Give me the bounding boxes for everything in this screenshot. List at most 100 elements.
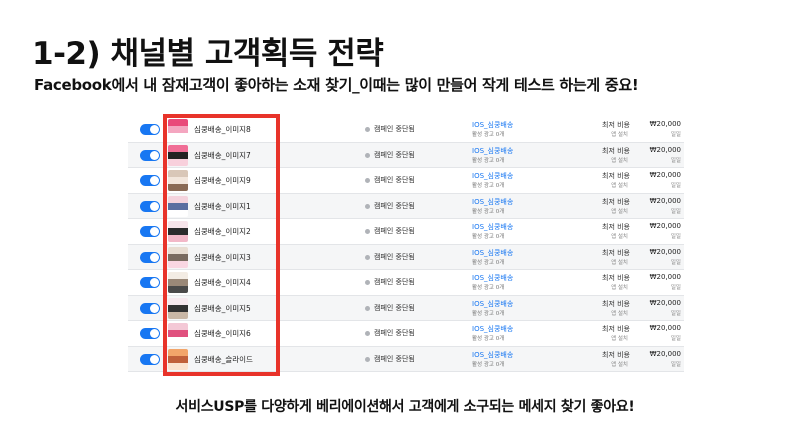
status-dot-icon — [365, 254, 370, 260]
ad-toggle[interactable] — [140, 328, 160, 339]
toggle-knob — [150, 303, 159, 313]
bid-strategy: 최저 비용 — [602, 223, 630, 231]
optimization-event: 앱 설치 — [611, 285, 628, 291]
campaign-link[interactable]: IOS_심쿵배송 — [472, 324, 513, 334]
bid-strategy: 최저 비용 — [602, 146, 630, 155]
budget-amount[interactable]: ₩20,000 — [650, 324, 681, 332]
status-dot-icon — [365, 203, 370, 209]
delivery-status: 캠페인 중단됨 — [374, 150, 415, 159]
optimization-event: 앱 설치 — [611, 234, 628, 240]
budget-amount[interactable]: ₩20,000 — [650, 273, 681, 281]
budget-type: 일일 — [670, 361, 681, 368]
budget-type: 일일 — [670, 285, 681, 291]
optimization-event: 앱 설치 — [611, 132, 628, 138]
budget-amount[interactable]: ₩20,000 — [650, 197, 681, 205]
campaign-link[interactable]: IOS_심쿵배송 — [472, 248, 513, 258]
optimization-event: 앱 설치 — [611, 208, 628, 215]
active-ads-count: 활성 광고 0개 — [472, 183, 505, 189]
optimization-event: 앱 설치 — [611, 259, 628, 266]
status-dot-icon — [365, 280, 370, 285]
optimization-event: 앱 설치 — [611, 336, 628, 342]
toggle-knob — [150, 329, 159, 338]
toggle-knob — [150, 227, 159, 236]
budget-amount[interactable]: ₩20,000 — [650, 350, 681, 358]
campaign-link[interactable]: IOS_심쿵배송 — [472, 273, 513, 283]
budget-type: 일일 — [670, 132, 681, 138]
bid-strategy: 최저 비용 — [602, 121, 630, 129]
bid-strategy: 최저 비용 — [602, 350, 630, 359]
delivery-status: 캠페인 중단됨 — [374, 278, 415, 286]
campaign-link[interactable]: IOS_심쿵배송 — [472, 120, 513, 130]
bid-strategy: 최저 비용 — [602, 325, 630, 333]
budget-amount[interactable]: ₩20,000 — [650, 299, 681, 307]
toggle-knob — [150, 176, 159, 185]
budget-amount[interactable]: ₩20,000 — [650, 222, 681, 230]
delivery-status: 캠페인 중단됨 — [374, 227, 415, 235]
active-ads-count: 활성 광고 0개 — [472, 336, 505, 342]
ad-toggle[interactable] — [140, 149, 160, 161]
active-ads-count: 활성 광고 0개 — [472, 132, 505, 138]
status-dot-icon — [365, 305, 370, 311]
campaign-link[interactable]: IOS_심쿵배송 — [472, 222, 513, 232]
highlight-box — [163, 114, 280, 376]
toggle-knob — [150, 252, 159, 262]
budget-amount[interactable]: ₩20,000 — [650, 171, 681, 179]
active-ads-count: 활성 광고 0개 — [472, 157, 505, 164]
ad-toggle[interactable] — [140, 277, 160, 288]
delivery-status: 캠페인 중단됨 — [374, 252, 415, 261]
optimization-event: 앱 설치 — [611, 310, 628, 317]
budget-type: 일일 — [670, 208, 681, 215]
page-subtitle: Facebook에서 내 잠재고객이 좋아하는 소재 찾기_이때는 많이 만들어… — [34, 76, 639, 94]
bid-strategy: 최저 비용 — [602, 248, 630, 257]
ad-toggle[interactable] — [140, 353, 160, 365]
delivery-status: 캠페인 중단됨 — [374, 176, 415, 184]
budget-amount[interactable]: ₩20,000 — [650, 146, 681, 154]
active-ads-count: 활성 광고 0개 — [472, 361, 505, 368]
budget-type: 일일 — [670, 336, 681, 342]
active-ads-count: 활성 광고 0개 — [472, 259, 505, 266]
status-dot-icon — [365, 127, 370, 132]
toggle-knob — [150, 150, 159, 160]
active-ads-count: 활성 광고 0개 — [472, 208, 505, 215]
campaign-link[interactable]: IOS_심쿵배송 — [472, 146, 513, 156]
budget-amount[interactable]: ₩20,000 — [650, 120, 681, 128]
ad-toggle[interactable] — [140, 175, 160, 186]
bid-strategy: 최저 비용 — [602, 299, 630, 308]
bid-strategy: 최저 비용 — [602, 172, 630, 180]
delivery-status: 캠페인 중단됨 — [374, 303, 415, 312]
status-dot-icon — [365, 356, 370, 362]
delivery-status: 캠페인 중단됨 — [374, 201, 415, 210]
budget-type: 일일 — [670, 157, 681, 164]
ad-toggle[interactable] — [140, 226, 160, 237]
delivery-status: 캠페인 중단됨 — [374, 125, 415, 133]
toggle-knob — [150, 278, 159, 287]
ad-toggle[interactable] — [140, 251, 160, 263]
budget-type: 일일 — [670, 310, 681, 317]
active-ads-count: 활성 광고 0개 — [472, 234, 505, 240]
status-dot-icon — [365, 152, 370, 158]
campaign-link[interactable]: IOS_심쿵배송 — [472, 171, 513, 181]
campaign-link[interactable]: IOS_심쿵배송 — [472, 299, 513, 309]
ad-toggle[interactable] — [140, 302, 160, 314]
toggle-knob — [150, 125, 159, 134]
budget-amount[interactable]: ₩20,000 — [650, 248, 681, 256]
active-ads-count: 활성 광고 0개 — [472, 285, 505, 291]
toggle-knob — [150, 354, 159, 364]
status-dot-icon — [365, 229, 370, 234]
optimization-event: 앱 설치 — [611, 157, 628, 164]
footer-caption: 서비스USP를 다양하게 베리에이션해서 고객에게 소구되는 메세지 찾기 좋아… — [175, 399, 635, 415]
toggle-knob — [150, 201, 159, 211]
optimization-event: 앱 설치 — [611, 361, 628, 368]
budget-type: 일일 — [670, 183, 681, 189]
ad-toggle[interactable] — [140, 124, 160, 135]
page-title: 1-2) 채널별 고객획득 전략 — [32, 36, 384, 72]
bid-strategy: 최저 비용 — [602, 197, 630, 206]
campaign-link[interactable]: IOS_심쿵배송 — [472, 350, 513, 360]
bid-strategy: 최저 비용 — [602, 274, 630, 282]
status-dot-icon — [365, 331, 370, 336]
ad-toggle[interactable] — [140, 200, 160, 212]
optimization-event: 앱 설치 — [611, 183, 628, 189]
budget-type: 일일 — [670, 234, 681, 240]
active-ads-count: 활성 광고 0개 — [472, 310, 505, 317]
campaign-link[interactable]: IOS_심쿵배송 — [472, 197, 513, 207]
